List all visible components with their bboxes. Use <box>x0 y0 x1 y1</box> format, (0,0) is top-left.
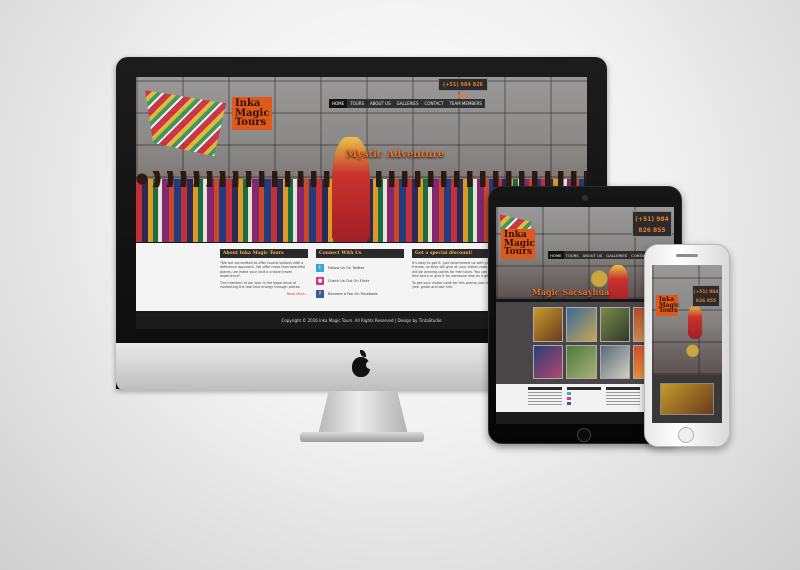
facebook-icon: f <box>316 290 324 298</box>
twitter-label: Follow Us On Twitter <box>328 266 365 270</box>
logo-text-3: Tours <box>235 117 267 128</box>
tablet-headline: Magic Sacsayhua <box>532 287 610 297</box>
tablet-nav-tours[interactable]: TOURS <box>564 251 581 259</box>
tablet-hero-figure <box>608 265 628 299</box>
tablet-logo-text-3: Tours <box>504 247 533 258</box>
phone-badge[interactable]: (+51) 984 826 855 <box>438 78 488 100</box>
tablet-col-head-2 <box>567 387 601 390</box>
connect-column: Connect With Us t Follow Us On Twitter ●… <box>316 249 404 298</box>
hero-flags <box>145 90 227 157</box>
phone-logo-text-3: Tours <box>659 307 678 315</box>
gallery-thumb[interactable] <box>599 307 630 342</box>
tablet-nav: HOME TOURS ABOUT US GALLERIES CONTACT TE <box>548 251 660 259</box>
iphone-screen: Inka Magic Tours (+51) 984 826 855 <box>652 265 722 423</box>
tablet-col-text-1 <box>528 392 562 406</box>
facebook-label: Become a Fan On Facebook <box>328 292 378 296</box>
iphone-speaker <box>676 254 698 257</box>
discount-text-1: It's easy to get it. Just recommend us w… <box>412 261 500 278</box>
nav-about[interactable]: ABOUT US <box>367 99 394 108</box>
phone-hero-image <box>652 265 722 375</box>
tablet-flickr-icon <box>567 397 571 400</box>
iphone-home-button <box>678 427 694 443</box>
about-title: About Inka Magic Tours <box>220 249 308 258</box>
discount-column: Get a special discount! It's easy to get… <box>412 249 500 290</box>
gallery-thumb[interactable] <box>566 344 597 379</box>
gallery-thumb[interactable] <box>599 344 630 379</box>
flickr-link[interactable]: ● Check Us Out On Flickr <box>316 277 404 285</box>
nav-tours[interactable]: TOURS <box>347 99 367 108</box>
nav-home[interactable]: HOME <box>329 99 348 108</box>
read-more-link[interactable]: Read More... <box>220 292 308 296</box>
gallery-thumb[interactable] <box>533 307 564 342</box>
phone-content <box>652 375 722 423</box>
tablet-col-head-3 <box>606 387 640 390</box>
flickr-icon: ● <box>316 277 324 285</box>
phone-badge-mobile[interactable]: (+51) 984 826 855 <box>692 285 720 307</box>
phone-gallery-thumb[interactable] <box>660 383 714 415</box>
facebook-link[interactable]: f Become a Fan On Facebook <box>316 290 404 298</box>
imac-foot <box>300 432 424 442</box>
gallery-thumb[interactable] <box>566 307 597 342</box>
discount-title: Get a special discount! <box>412 249 500 258</box>
nav-team[interactable]: TEAM MEMBERS <box>446 99 484 108</box>
mobile-phone-1: (+51) 984 <box>693 290 719 295</box>
nav-galleries[interactable]: GALLERIES <box>394 99 422 108</box>
connect-title: Connect With Us <box>316 249 404 258</box>
tablet-nav-galleries[interactable]: GALLERIES <box>604 251 629 259</box>
tablet-phone-1: (+51) 984 <box>635 216 669 223</box>
tablet-phone-2: 826 855 <box>638 227 666 234</box>
twitter-icon: t <box>316 264 324 272</box>
mobile-phone-2: 826 855 <box>695 299 717 304</box>
phone-logo[interactable]: Inka Magic Tours <box>656 295 680 317</box>
ipad-home-button <box>577 428 591 442</box>
about-text-2: The intention of our tour is the experie… <box>220 281 301 290</box>
ipad-camera <box>582 195 588 201</box>
tablet-col-head-1 <box>528 387 562 390</box>
about-column: About Inka Magic Tours "We are committed… <box>220 249 308 296</box>
hero-headline: Mystic Adventure <box>346 149 445 160</box>
imac-stand <box>318 391 408 435</box>
discount-text-2: To get your visitor code for this promo … <box>412 281 498 290</box>
main-nav: HOME TOURS ABOUT US GALLERIES CONTACT TE… <box>329 99 485 108</box>
phone-hero-figure <box>688 305 702 339</box>
nav-contact[interactable]: CONTACT <box>422 99 447 108</box>
flickr-label: Check Us Out On Flickr <box>328 279 370 283</box>
tablet-nav-home[interactable]: HOME <box>548 251 564 259</box>
site-logo[interactable]: Inka Magic Tours <box>232 97 272 130</box>
tablet-facebook-icon <box>567 402 571 405</box>
gallery-thumb[interactable] <box>533 344 564 379</box>
tablet-twitter-icon <box>567 392 571 395</box>
tablet-col-text-3 <box>606 392 640 406</box>
tablet-phone-badge[interactable]: (+51) 984 826 855 <box>632 211 672 237</box>
apple-logo-icon <box>352 350 374 377</box>
twitter-link[interactable]: t Follow Us On Twitter <box>316 264 404 272</box>
tablet-logo[interactable]: Inka Magic Tours <box>501 229 535 259</box>
about-text-1: "We are committed to offer tourist optio… <box>220 261 306 278</box>
tablet-nav-about[interactable]: ABOUT US <box>581 251 605 259</box>
